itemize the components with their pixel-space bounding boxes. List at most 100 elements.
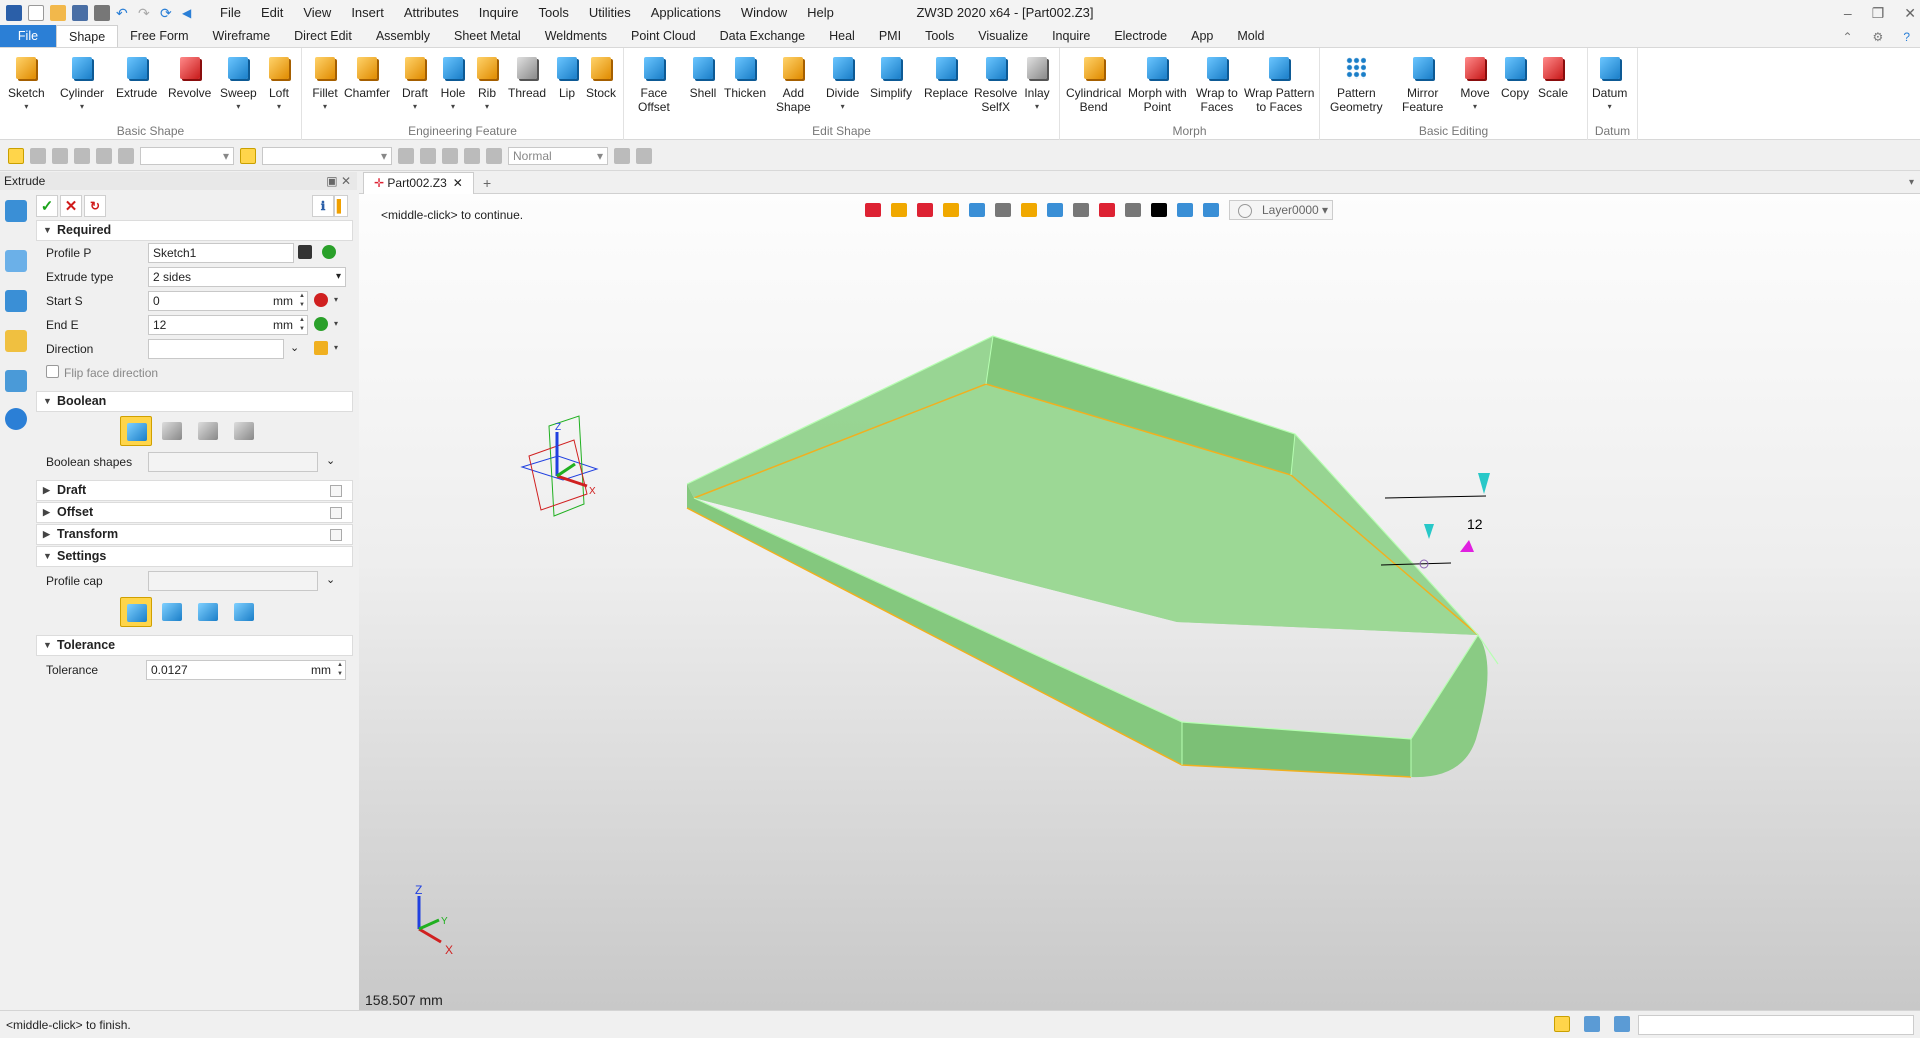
- direction-pick-icon[interactable]: [314, 341, 328, 355]
- mirror-feature-button[interactable]: Mirror Feature: [1402, 52, 1443, 114]
- section-tolerance[interactable]: ▼ Tolerance: [36, 635, 353, 656]
- menu-inquire[interactable]: Inquire: [469, 0, 529, 26]
- pick-point-icon[interactable]: [398, 147, 414, 164]
- boolean-shapes-expand-icon[interactable]: ⌄: [326, 454, 335, 467]
- tab-direct-edit[interactable]: Direct Edit: [282, 25, 364, 47]
- tab-tools[interactable]: Tools: [913, 25, 966, 47]
- save-icon[interactable]: [72, 5, 88, 21]
- tab-data-exchange[interactable]: Data Exchange: [708, 25, 817, 47]
- section-view-icon[interactable]: [1099, 203, 1115, 217]
- boolean-base-icon[interactable]: [120, 416, 152, 446]
- filter-combo[interactable]: ▾: [140, 146, 234, 165]
- offset-checkbox[interactable]: [330, 507, 342, 519]
- menu-edit[interactable]: Edit: [251, 0, 293, 26]
- profile-cap-input[interactable]: [148, 571, 318, 591]
- boolean-shapes-input[interactable]: [148, 452, 318, 472]
- start-point-icon[interactable]: [314, 293, 328, 307]
- display-mode-icon[interactable]: [969, 203, 985, 217]
- line-filter-icon[interactable]: [52, 147, 68, 164]
- redo-icon[interactable]: ↷: [138, 5, 154, 21]
- profile-input[interactable]: Sketch1: [148, 243, 294, 263]
- shell-button[interactable]: Shell: [688, 52, 718, 100]
- rib-button[interactable]: Rib ▾: [472, 52, 502, 114]
- tolerance-input[interactable]: 0.0127 mm ▲ ▼: [146, 660, 346, 680]
- zoom-window-icon[interactable]: [1073, 203, 1089, 217]
- images-icon[interactable]: [5, 370, 27, 392]
- cancel-button[interactable]: ✕: [60, 195, 82, 217]
- end-spinner[interactable]: ▲ ▼: [299, 316, 305, 334]
- model-scene[interactable]: 12 Z X Z Y X: [359, 194, 1920, 1010]
- tab-assembly[interactable]: Assembly: [364, 25, 442, 47]
- command-input[interactable]: [1638, 1015, 1914, 1035]
- transform-checkbox[interactable]: [330, 529, 342, 541]
- profile-pick-icon[interactable]: [322, 245, 336, 259]
- box-icon[interactable]: [1021, 203, 1037, 217]
- replace-button[interactable]: Replace: [924, 52, 968, 100]
- tab-sheet-metal[interactable]: Sheet Metal: [442, 25, 533, 47]
- back-icon[interactable]: ◀: [182, 5, 198, 21]
- maximize-button[interactable]: ❐: [1872, 0, 1885, 26]
- pick-filter-icon[interactable]: [8, 147, 24, 164]
- menu-file[interactable]: File: [210, 0, 251, 26]
- chamfer-button[interactable]: Chamfer: [344, 52, 390, 100]
- menu-view[interactable]: View: [293, 0, 341, 26]
- help-panel-button[interactable]: ▌: [334, 195, 348, 217]
- dimension-label[interactable]: 12: [1467, 516, 1483, 532]
- extrude-button[interactable]: Extrude: [116, 52, 157, 100]
- grid-icon[interactable]: [74, 147, 90, 164]
- panel-pin-close-icon[interactable]: ▣ ✕: [326, 172, 351, 190]
- section-transform[interactable]: ▶ Transform: [36, 524, 353, 545]
- wrap-pattern-to-faces-button[interactable]: Wrap Pattern to Faces: [1244, 52, 1314, 114]
- apply-button[interactable]: ↻: [84, 195, 106, 217]
- minimize-button[interactable]: ‒: [1844, 0, 1852, 26]
- pencil-icon[interactable]: [917, 203, 933, 217]
- section-boolean[interactable]: ▼ Boolean: [36, 391, 353, 412]
- boolean-remove-icon[interactable]: [192, 416, 224, 446]
- boolean-intersect-icon[interactable]: [228, 416, 260, 446]
- tab-free-form[interactable]: Free Form: [118, 25, 200, 47]
- menu-tools[interactable]: Tools: [529, 0, 579, 26]
- undo-icon[interactable]: ↶: [116, 5, 132, 21]
- print-icon[interactable]: [94, 5, 110, 21]
- draft-button[interactable]: Draft ▾: [400, 52, 430, 114]
- tab-heal[interactable]: Heal: [817, 25, 867, 47]
- direction-input[interactable]: [148, 339, 284, 359]
- end-options-chevron-icon[interactable]: ▾: [334, 319, 338, 328]
- tab-app[interactable]: App: [1179, 25, 1225, 47]
- direction-expand-icon[interactable]: ⌄: [290, 341, 299, 354]
- tab-electrode[interactable]: Electrode: [1102, 25, 1179, 47]
- drag-handle-mid-icon[interactable]: [1424, 524, 1434, 539]
- cap-none-icon[interactable]: [120, 597, 152, 627]
- list-view-icon[interactable]: [1614, 1016, 1630, 1032]
- layout-icon[interactable]: [1554, 1016, 1570, 1032]
- end-point-icon[interactable]: [314, 317, 328, 331]
- part-rounded-end[interactable]: [1411, 635, 1488, 778]
- tab-inquire[interactable]: Inquire: [1040, 25, 1102, 47]
- tab-pmi[interactable]: PMI: [867, 25, 913, 47]
- user-icon[interactable]: [5, 408, 27, 430]
- ok-button[interactable]: ✓: [36, 195, 58, 217]
- menu-utilities[interactable]: Utilities: [579, 0, 641, 26]
- tab-mold[interactable]: Mold: [1225, 25, 1276, 47]
- profile-cap-expand-icon[interactable]: ⌄: [326, 573, 335, 586]
- revolve-button[interactable]: Revolve: [168, 52, 211, 100]
- start-spinner[interactable]: ▲ ▼: [299, 292, 305, 310]
- start-input[interactable]: 0 mm ▲ ▼: [148, 291, 308, 311]
- drag-handle-top-icon[interactable]: [1478, 473, 1490, 494]
- end-input[interactable]: 12 mm ▲ ▼: [148, 315, 308, 335]
- tab-wireframe[interactable]: Wireframe: [201, 25, 283, 47]
- zoom-fit-icon[interactable]: [1047, 203, 1063, 217]
- open-file-icon[interactable]: [50, 5, 66, 21]
- history-icon[interactable]: [5, 200, 27, 222]
- active-filter-icon[interactable]: [240, 147, 256, 164]
- mode-icon[interactable]: [486, 147, 502, 164]
- close-tab-icon[interactable]: ✕: [453, 176, 463, 190]
- cap-end-icon[interactable]: [228, 597, 260, 627]
- align-right-icon[interactable]: [464, 147, 480, 164]
- divide-button[interactable]: Divide ▾: [826, 52, 859, 114]
- info-button[interactable]: ℹ: [312, 195, 334, 217]
- flip-face-checkbox[interactable]: [46, 365, 59, 378]
- section-draft[interactable]: ▶ Draft: [36, 480, 353, 501]
- settings-gear-icon[interactable]: ⚙: [1873, 26, 1884, 48]
- tab-weldments[interactable]: Weldments: [533, 25, 619, 47]
